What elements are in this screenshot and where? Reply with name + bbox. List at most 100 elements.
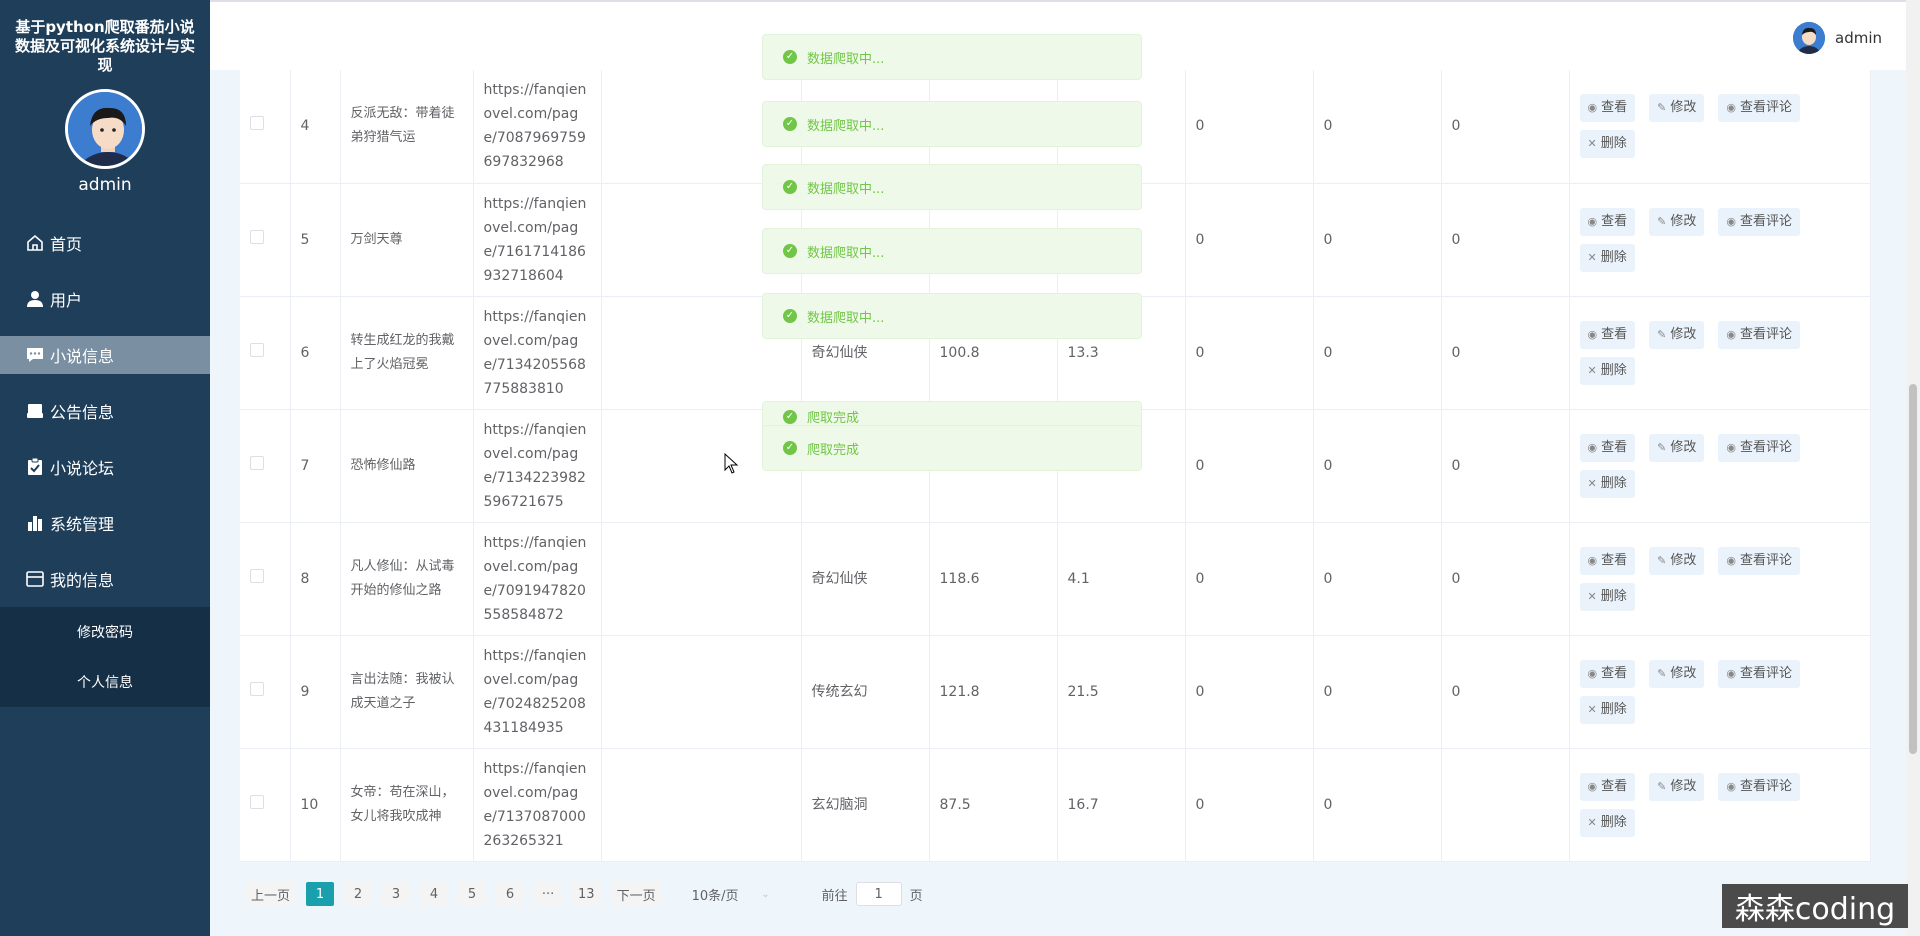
sidebar-item-notice[interactable]: 公告信息	[0, 383, 210, 439]
submenu-profile[interactable]: 个人信息	[0, 657, 210, 707]
novel-count: 16.7	[1057, 748, 1186, 862]
eye-icon: ◉	[1587, 327, 1598, 341]
row-actions: ◉ 查看 ✎ 修改 ◉ 查看评论 ✕ 删除	[1569, 522, 1871, 636]
delete-button[interactable]: ✕ 删除	[1579, 356, 1635, 385]
header-avatar	[1793, 22, 1825, 54]
view-button[interactable]: ◉ 查看	[1579, 207, 1636, 236]
page-button[interactable]: 1	[306, 882, 335, 906]
row-checkbox[interactable]	[250, 794, 264, 809]
row-actions: ◉ 查看 ✎ 修改 ◉ 查看评论 ✕ 删除	[1569, 409, 1871, 523]
toast-message: ✓ 数据爬取中...	[762, 34, 1142, 80]
edit-button[interactable]: ✎ 修改	[1649, 433, 1705, 462]
row-checkbox-cell	[240, 748, 291, 862]
close-icon: ✕	[1587, 250, 1597, 264]
row-checkbox[interactable]	[250, 229, 264, 244]
novel-category: 玄幻脑洞	[801, 748, 930, 862]
page-size-select[interactable]: 10条/页 ⌄	[686, 880, 776, 908]
stat-cell: 0	[1313, 522, 1442, 636]
page-button[interactable]: 4	[420, 882, 449, 906]
delete-button[interactable]: ✕ 删除	[1579, 582, 1635, 611]
novel-score: 118.6	[929, 522, 1058, 636]
row-checkbox[interactable]	[250, 455, 264, 470]
eye-icon: ◉	[1726, 666, 1736, 680]
row-index: 7	[290, 409, 341, 523]
sidebar-username: admin	[78, 175, 132, 195]
sidebar-item-label: 公告信息	[50, 403, 115, 422]
sidebar-item-label: 小说信息	[50, 347, 115, 366]
view-comments-button[interactable]: ◉ 查看评论	[1718, 659, 1800, 688]
edit-button[interactable]: ✎ 修改	[1649, 659, 1705, 688]
row-checkbox[interactable]	[250, 116, 264, 131]
page-button[interactable]: 5	[458, 882, 487, 906]
stat-cell: 0	[1185, 296, 1314, 410]
view-button[interactable]: ◉ 查看	[1579, 94, 1636, 123]
delete-button[interactable]: ✕ 删除	[1579, 808, 1635, 837]
close-icon: ✕	[1587, 476, 1597, 490]
table-row: 8 凡人修仙：从试毒开始的修仙之路 https://fanqienovel.com/…	[240, 522, 1871, 636]
sidebar-item-user[interactable]: 用户	[0, 271, 210, 327]
sidebar: 基于python爬取番茄小说数据及可视化系统设计与实现 admin 首页 用户	[0, 0, 210, 936]
page-button[interactable]: 6	[496, 882, 525, 906]
next-page-button[interactable]: 下一页	[610, 882, 662, 906]
view-comments-button[interactable]: ◉ 查看评论	[1718, 433, 1800, 462]
stat-cell: 0	[1441, 183, 1570, 297]
edit-button[interactable]: ✎ 修改	[1649, 94, 1705, 123]
page-button[interactable]: 3	[382, 882, 411, 906]
stat-cell: 0	[1441, 522, 1570, 636]
stat-cell: 0	[1185, 409, 1314, 523]
view-button[interactable]: ◉ 查看	[1579, 433, 1636, 462]
novel-url: https://fanqienovel.com/page/71370870002…	[473, 748, 602, 862]
view-comments-button[interactable]: ◉ 查看评论	[1718, 94, 1800, 123]
more-pages-button[interactable]: ···	[534, 882, 563, 906]
table-row: 10 女帝：苟在深山，女儿将我吹成神 https://fanqienovel.com…	[240, 748, 1871, 862]
view-comments-button[interactable]: ◉ 查看评论	[1718, 546, 1800, 575]
delete-button[interactable]: ✕ 删除	[1579, 243, 1635, 272]
header-username: admin	[1835, 29, 1882, 47]
close-icon: ✕	[1587, 589, 1597, 603]
sidebar-item-my-info[interactable]: 我的信息	[0, 551, 210, 607]
clipboard-check-icon	[24, 456, 46, 478]
view-button[interactable]: ◉ 查看	[1579, 772, 1636, 801]
novel-url: https://fanqienovel.com/page/71342239825…	[473, 409, 602, 523]
row-checkbox-cell	[240, 296, 291, 410]
sidebar-item-forum[interactable]: 小说论坛	[0, 439, 210, 495]
sidebar-item-novel-info[interactable]: 小说信息	[0, 336, 210, 374]
novel-url: https://fanqienovel.com/page/71617141869…	[473, 183, 602, 297]
view-button[interactable]: ◉ 查看	[1579, 546, 1636, 575]
view-button[interactable]: ◉ 查看	[1579, 659, 1636, 688]
stat-cell: 0	[1313, 409, 1442, 523]
stat-cell: 0	[1441, 409, 1570, 523]
novel-title: 女帝：苟在深山，女儿将我吹成神	[340, 748, 474, 862]
novel-count: 4.1	[1057, 522, 1186, 636]
edit-button[interactable]: ✎ 修改	[1649, 207, 1705, 236]
edit-button[interactable]: ✎ 修改	[1649, 546, 1705, 575]
mouse-cursor-icon	[724, 453, 739, 474]
close-icon: ✕	[1587, 702, 1597, 716]
view-comments-button[interactable]: ◉ 查看评论	[1718, 320, 1800, 349]
goto-page-input[interactable]	[855, 882, 902, 906]
eye-icon: ◉	[1726, 440, 1736, 454]
sidebar-item-home[interactable]: 首页	[0, 215, 210, 271]
edit-button[interactable]: ✎ 修改	[1649, 320, 1705, 349]
edit-icon: ✎	[1657, 327, 1667, 341]
page-scrollbar[interactable]	[1906, 0, 1920, 936]
scrollbar-thumb[interactable]	[1909, 384, 1917, 754]
page-button[interactable]: 2	[344, 882, 373, 906]
delete-button[interactable]: ✕ 删除	[1579, 695, 1635, 724]
view-comments-button[interactable]: ◉ 查看评论	[1718, 207, 1800, 236]
view-button[interactable]: ◉ 查看	[1579, 320, 1636, 349]
prev-page-button[interactable]: 上一页	[245, 882, 297, 906]
delete-button[interactable]: ✕ 删除	[1579, 469, 1635, 498]
sidebar-item-system[interactable]: 系统管理	[0, 495, 210, 551]
submenu-change-password[interactable]: 修改密码	[0, 607, 210, 657]
row-checkbox[interactable]	[250, 342, 264, 357]
page-button[interactable]: 13	[572, 882, 601, 906]
stat-cell: 0	[1185, 70, 1314, 184]
view-comments-button[interactable]: ◉ 查看评论	[1718, 772, 1800, 801]
header-user-menu[interactable]: admin	[1793, 22, 1882, 54]
edit-button[interactable]: ✎ 修改	[1649, 772, 1705, 801]
novel-count: 21.5	[1057, 635, 1186, 749]
row-checkbox[interactable]	[250, 681, 264, 696]
delete-button[interactable]: ✕ 删除	[1579, 130, 1635, 159]
row-checkbox[interactable]	[250, 568, 264, 583]
